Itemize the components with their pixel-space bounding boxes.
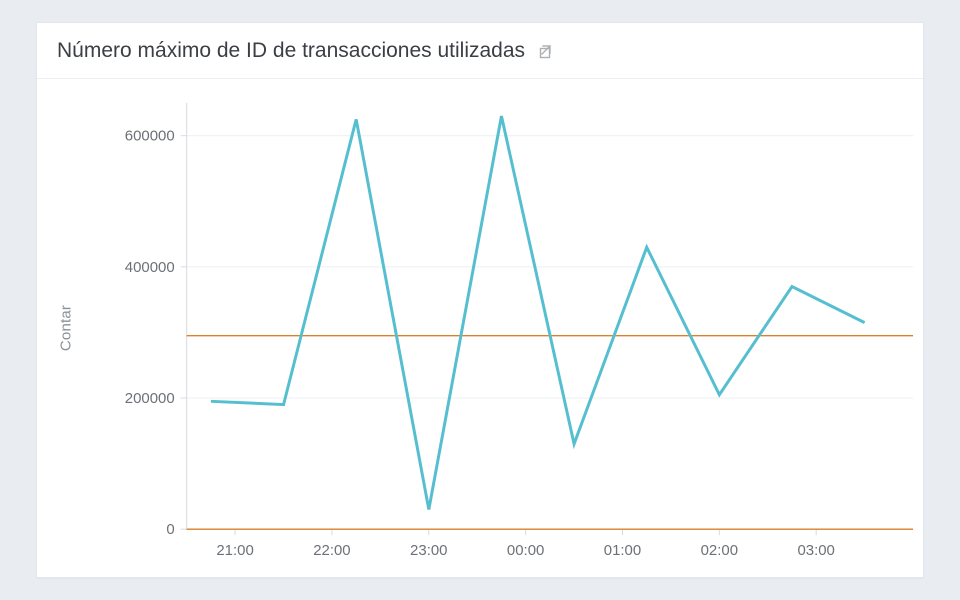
plot-area: Contar 020000040000060000021:0022:0023:0… [37, 79, 923, 577]
svg-text:23:00: 23:00 [410, 542, 447, 559]
card-title: Número máximo de ID de transacciones uti… [57, 39, 525, 63]
card-header: Número máximo de ID de transacciones uti… [37, 23, 923, 79]
svg-text:200000: 200000 [125, 390, 175, 407]
svg-text:02:00: 02:00 [701, 542, 738, 559]
svg-text:01:00: 01:00 [604, 542, 641, 559]
open-external-icon[interactable] [539, 43, 555, 59]
svg-text:00:00: 00:00 [507, 542, 544, 559]
line-chart: 0 200000 400000 600000 21:00 22:00 23:00 00:00 0… [37, 79, 923, 577]
svg-text:400000: 400000 [125, 259, 175, 276]
svg-text:600000: 600000 [125, 128, 175, 145]
svg-text:0: 0 [166, 521, 174, 538]
svg-text:21:00: 21:00 [216, 542, 253, 559]
chart-card: Número máximo de ID de transacciones uti… [36, 22, 924, 578]
svg-text:22:00: 22:00 [313, 542, 350, 559]
svg-text:03:00: 03:00 [797, 542, 834, 559]
